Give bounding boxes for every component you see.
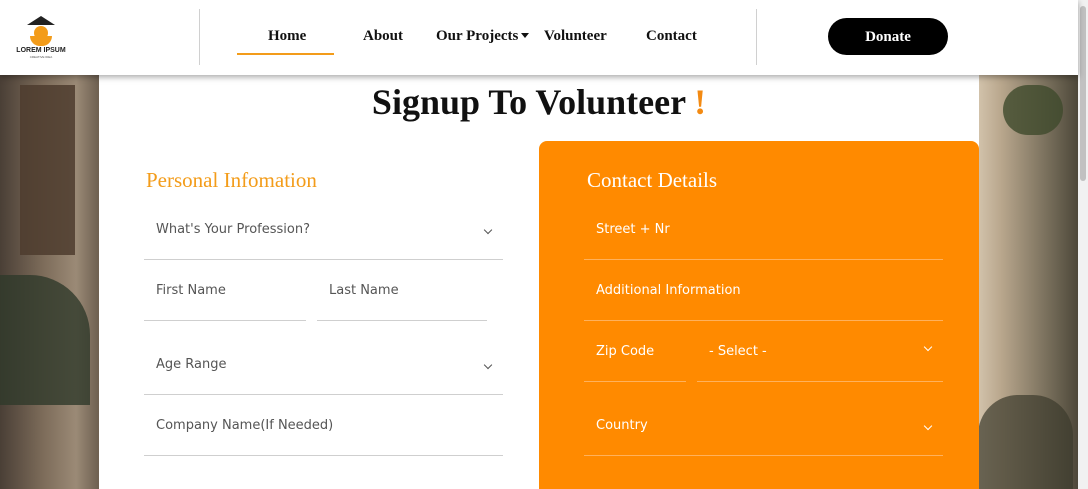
- donate-button[interactable]: Donate: [828, 18, 948, 55]
- graduation-cap-icon: [27, 16, 55, 25]
- header-divider-right: [756, 9, 757, 65]
- background-shutter: [20, 85, 75, 255]
- page-scrollbar[interactable]: [1078, 0, 1088, 489]
- country-select[interactable]: Country: [584, 396, 943, 456]
- street-field[interactable]: Street + Nr: [584, 200, 943, 260]
- country-select-value: Country: [596, 418, 648, 433]
- background-rocks: [978, 395, 1073, 489]
- logo-tagline: CREATIVE IDEA: [29, 55, 53, 59]
- scrollbar-thumb[interactable]: [1080, 6, 1086, 181]
- additional-info-placeholder: Additional Information: [596, 283, 741, 298]
- background-tree: [1003, 85, 1063, 135]
- logo-figure-body: [30, 36, 52, 46]
- nav-contact[interactable]: Contact: [646, 28, 697, 45]
- company-name-field[interactable]: Company Name(If Needed): [144, 396, 503, 456]
- nav-about[interactable]: About: [363, 28, 403, 45]
- state-select-value: - Select -: [709, 344, 767, 359]
- header-divider-left: [199, 9, 200, 65]
- nav-volunteer[interactable]: Volunteer: [544, 28, 607, 45]
- zip-code-placeholder: Zip Code: [596, 344, 655, 359]
- company-name-placeholder: Company Name(If Needed): [156, 418, 334, 433]
- state-select[interactable]: - Select -: [697, 322, 943, 382]
- logo-text: LOREM IPSUM: [16, 47, 66, 54]
- personal-info-heading: Personal Infomation: [146, 168, 317, 192]
- background-plant: [0, 275, 90, 405]
- street-placeholder: Street + Nr: [596, 222, 670, 237]
- site-header: LOREM IPSUM CREATIVE IDEA Home About Our…: [0, 0, 1078, 75]
- page-title-text: Signup To Volunteer: [371, 82, 687, 122]
- age-range-select-value: Age Range: [156, 357, 227, 372]
- contact-details-panel: Contact Details Street + Nr Additional I…: [539, 141, 979, 489]
- first-name-placeholder: First Name: [156, 283, 226, 298]
- profession-select[interactable]: What's Your Profession?: [144, 200, 503, 260]
- chevron-down-icon: [483, 225, 493, 235]
- nav-active-underline: [237, 53, 334, 55]
- caret-down-icon[interactable]: [521, 33, 529, 38]
- signup-card: Signup To Volunteer! Personal Infomation…: [99, 75, 979, 489]
- nav-home[interactable]: Home: [268, 28, 306, 45]
- nav-our-projects[interactable]: Our Projects: [436, 28, 518, 45]
- chevron-down-icon: [923, 421, 933, 431]
- chevron-down-icon: [483, 360, 493, 370]
- chevron-down-icon: [923, 342, 933, 352]
- page-title-exclamation: !: [694, 82, 707, 122]
- last-name-placeholder: Last Name: [329, 283, 399, 298]
- profession-select-value: What's Your Profession?: [156, 222, 310, 237]
- page-title: Signup To Volunteer!: [99, 81, 979, 123]
- additional-info-field[interactable]: Additional Information: [584, 261, 943, 321]
- zip-code-field[interactable]: Zip Code: [584, 322, 686, 382]
- contact-details-heading: Contact Details: [587, 168, 718, 192]
- first-name-field[interactable]: First Name: [144, 261, 306, 321]
- logo[interactable]: LOREM IPSUM CREATIVE IDEA: [14, 14, 68, 60]
- last-name-field[interactable]: Last Name: [317, 261, 487, 321]
- age-range-select[interactable]: Age Range: [144, 335, 503, 395]
